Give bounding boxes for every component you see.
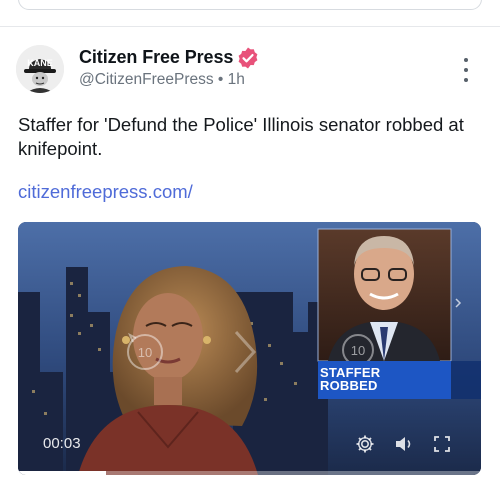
more-vertical-icon-dot (464, 58, 468, 62)
video-player[interactable]: 10 10 STAFFER ROBBED 00:03 (18, 222, 481, 475)
fullscreen-icon[interactable] (431, 433, 453, 455)
post-time: 1h (227, 71, 245, 88)
volume-icon[interactable] (393, 433, 415, 455)
video-progress-fill (18, 471, 106, 475)
previous-post-card (18, 0, 482, 10)
more-vertical-icon-dot (464, 78, 468, 82)
avatar-illustration: KANE (16, 45, 64, 93)
post-divider (0, 26, 500, 27)
news-lower-third: STAFFER ROBBED (320, 366, 380, 392)
post-link[interactable]: citizenfreepress.com/ (18, 181, 193, 203)
gear-icon[interactable] (354, 433, 376, 455)
video-timecode: 00:03 (43, 435, 81, 452)
avatar[interactable]: KANE (16, 45, 64, 93)
more-options-button[interactable] (458, 58, 474, 82)
video-progress-track[interactable] (18, 471, 481, 475)
more-vertical-icon-dot (464, 68, 468, 72)
verified-badge-icon (238, 47, 258, 69)
author-name[interactable]: Citizen Free Press (79, 47, 233, 68)
author-meta: @CitizenFreePress • 1h (79, 71, 245, 89)
skip-forward-label: 10 (351, 343, 365, 358)
post-text: Staffer for 'Defund the Police' Illinois… (18, 114, 464, 159)
avatar-text: KANE (27, 58, 53, 68)
author-handle[interactable]: @CitizenFreePress (79, 71, 214, 88)
skip-back-label: 10 (138, 345, 152, 360)
news-lower-third-line2: ROBBED (320, 378, 378, 393)
meta-separator: • (213, 71, 228, 88)
